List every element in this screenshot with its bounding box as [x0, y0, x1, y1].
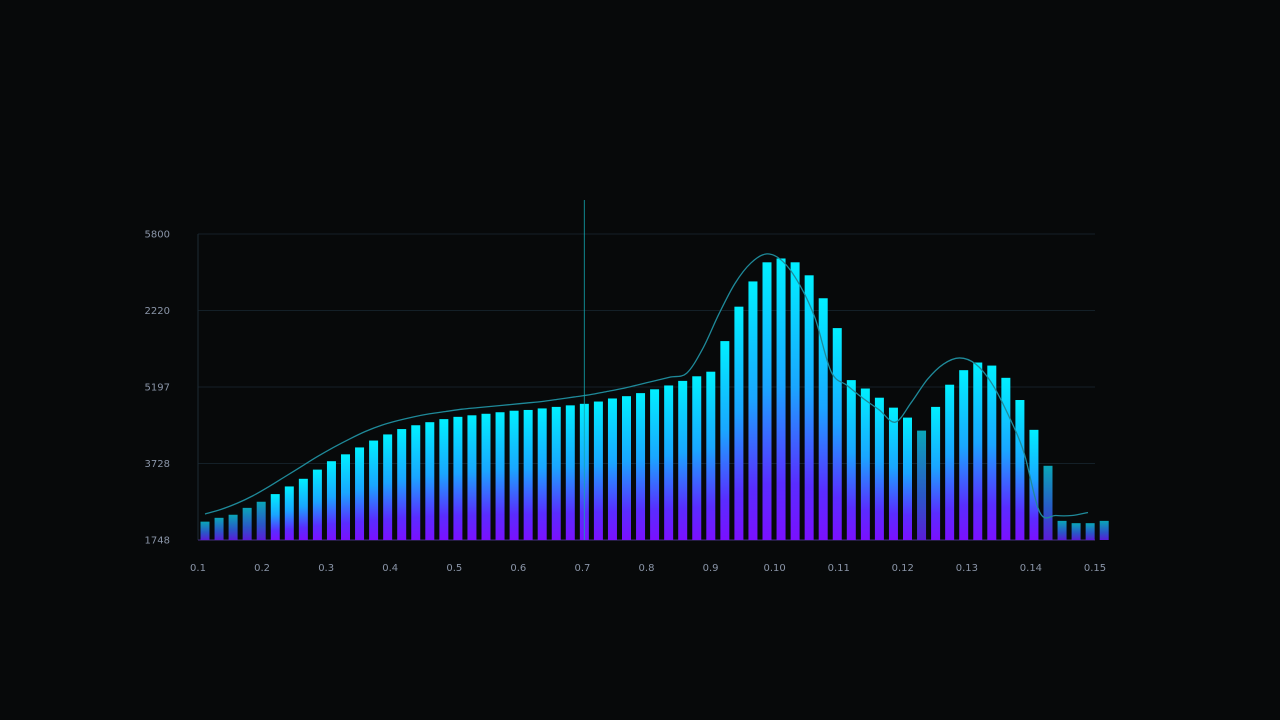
- bar: [1099, 520, 1109, 540]
- bar-chart-svg: 58002220519737281748 0.1 0.2 0.3 0.4 0.5 0.6 0…: [145, 200, 1109, 574]
- x-tick-label: 0.12: [892, 563, 914, 574]
- bar: [1029, 429, 1039, 540]
- bar: [945, 384, 955, 540]
- trend-line: [204, 253, 1089, 519]
- bar: [973, 362, 983, 540]
- bar: [804, 275, 814, 540]
- x-tick-label: 0.2: [254, 563, 270, 574]
- bar: [846, 380, 856, 540]
- bar: [1015, 400, 1025, 540]
- bar: [650, 389, 660, 540]
- x-tick-label: 0.6: [510, 563, 526, 574]
- bar: [1085, 523, 1095, 540]
- y-tick-label: 1748: [145, 536, 170, 547]
- bar: [467, 415, 477, 540]
- x-tick-label: 0.4: [382, 563, 398, 574]
- bar: [959, 370, 969, 540]
- y-tick-label: 3728: [145, 459, 170, 470]
- x-tick-label: 0.10: [764, 563, 786, 574]
- x-tick-label: 0.13: [956, 563, 978, 574]
- bar: [593, 401, 603, 540]
- bar: [1057, 520, 1067, 540]
- bar: [509, 410, 519, 540]
- bar: [439, 419, 449, 540]
- bar: [326, 461, 336, 540]
- bar: [664, 385, 674, 540]
- bar: [776, 258, 786, 540]
- bar: [607, 398, 617, 540]
- bar: [453, 416, 463, 540]
- bar: [523, 409, 533, 540]
- bar: [551, 406, 561, 540]
- bar: [256, 501, 266, 540]
- bar: [917, 430, 927, 540]
- x-tick-label: 0.9: [703, 563, 719, 574]
- bar: [228, 514, 238, 540]
- bar: [355, 447, 365, 540]
- bar: [214, 517, 224, 540]
- bar: [537, 408, 547, 540]
- bar: [495, 412, 505, 540]
- bar: [242, 507, 252, 540]
- bar: [748, 281, 758, 540]
- bar: [832, 328, 842, 540]
- bar: [720, 341, 730, 540]
- bar: [481, 413, 491, 540]
- bar: [762, 262, 772, 540]
- bar: [565, 405, 575, 540]
- bar: [425, 422, 435, 540]
- bar: [874, 397, 884, 540]
- bar: [622, 396, 631, 540]
- bar: [734, 306, 744, 540]
- x-tick-label: 0.15: [1084, 563, 1106, 574]
- bar: [931, 406, 941, 540]
- x-tick-label: 0.14: [1020, 563, 1042, 574]
- x-tick-label: 0.7: [574, 563, 590, 574]
- y-axis-tick-labels: 5800 2220 5197 3728 1748: [145, 230, 170, 547]
- bar: [790, 262, 800, 540]
- bar: [888, 407, 898, 540]
- bar: [411, 425, 421, 540]
- bar: [369, 440, 379, 540]
- bar: [298, 478, 308, 540]
- x-tick-label: 0.11: [828, 563, 850, 574]
- bar: [284, 486, 294, 540]
- bar: [397, 429, 407, 540]
- bar: [270, 494, 280, 540]
- y-tick-label: 5197: [145, 383, 170, 394]
- x-tick-label: 0.8: [639, 563, 655, 574]
- x-axis-tick-labels: 0.1 0.2 0.3 0.4 0.5 0.6 0.7 0.8 0.9 0.10 0.11 0.12 0…: [190, 563, 1106, 574]
- bar: [860, 388, 870, 540]
- y-tick-label: 2220: [145, 306, 170, 317]
- bar: [678, 380, 688, 540]
- bar: [1071, 523, 1081, 540]
- bar: [341, 454, 350, 540]
- x-tick-label: 0.3: [318, 563, 334, 574]
- trend-line-path: [204, 253, 1089, 519]
- bar: [692, 376, 702, 540]
- bar: [312, 469, 322, 540]
- chart: 5800 2220 5197 3728 1748 0.1 0.2 0.3 0.4 0.5 0.6 0…: [0, 0, 1280, 720]
- x-tick-label: 0.1: [190, 563, 206, 574]
- bar: [903, 417, 912, 540]
- bar: [706, 371, 716, 540]
- bar: [636, 393, 646, 540]
- y-tick-label: 5800: [145, 230, 170, 241]
- bar: [987, 365, 997, 540]
- bar: [200, 521, 210, 540]
- x-tick-label: 0.5: [446, 563, 462, 574]
- bars: [200, 258, 1109, 540]
- bar: [383, 434, 393, 540]
- bar: [1043, 465, 1053, 540]
